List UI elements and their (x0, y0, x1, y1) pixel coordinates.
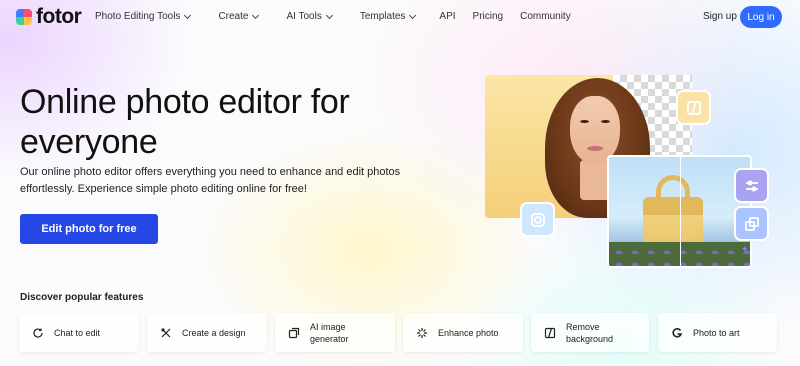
ai-image-icon (288, 327, 300, 339)
nav-label: Community (520, 11, 571, 22)
chat-refresh-icon (32, 327, 44, 339)
top-nav: fotor Photo Editing Tools Create AI Tool… (0, 0, 800, 34)
features-heading: Discover popular features (20, 292, 144, 303)
nav-links: Photo Editing Tools Create AI Tools Temp… (95, 11, 571, 22)
feature-chat-to-edit[interactable]: Chat to edit (19, 313, 139, 352)
bag-flap (643, 197, 703, 215)
feature-label: AI image generator (310, 321, 349, 344)
resize-tool-icon (734, 206, 769, 241)
chevron-down-icon (184, 11, 192, 19)
portrait-eye-right (601, 120, 610, 123)
sign-up-link[interactable]: Sign up (703, 11, 737, 22)
feature-create-a-design[interactable]: Create a design (147, 313, 267, 352)
nav-pricing[interactable]: Pricing (473, 11, 504, 22)
feature-label: Photo to art (693, 327, 740, 338)
fotor-logo[interactable]: fotor (16, 5, 82, 28)
nav-label: Photo Editing Tools (95, 11, 181, 22)
nav-ai-tools[interactable]: AI Tools (286, 11, 333, 22)
portrait-lips (587, 146, 603, 151)
remove-background-icon (544, 327, 556, 339)
feature-remove-background[interactable]: Remove background (531, 313, 649, 352)
logo-mark-icon (16, 9, 32, 25)
crop-tool-icon (676, 90, 711, 125)
feature-label: Enhance photo (438, 327, 499, 338)
feature-ai-image-generator[interactable]: AI image generator (275, 313, 395, 352)
feature-photo-to-art[interactable]: Photo to art (658, 313, 777, 352)
feature-enhance-photo[interactable]: Enhance photo (403, 313, 523, 352)
edit-photo-for-free-button[interactable]: Edit photo for free (20, 214, 158, 244)
portrait-eye-left (580, 120, 589, 123)
nav-photo-editing-tools[interactable]: Photo Editing Tools (95, 11, 192, 22)
chevron-down-icon (325, 11, 333, 19)
feature-label: Create a design (182, 327, 246, 338)
nav-label: Pricing (472, 11, 504, 22)
chevron-down-icon (252, 11, 260, 19)
portrait-neck (580, 160, 610, 200)
page-title: Online photo editor for everyone (20, 83, 350, 161)
feature-label: Chat to edit (54, 327, 101, 338)
nav-label: Create (218, 11, 249, 22)
photo-to-art-icon (671, 327, 683, 339)
portrait-face (570, 96, 620, 164)
nav-templates[interactable]: Templates (359, 11, 417, 22)
adjust-sliders-icon (734, 168, 769, 203)
sparkle-icon: ✦ (741, 244, 749, 254)
handbag-product-image (607, 155, 752, 268)
nav-community[interactable]: Community (520, 11, 571, 22)
design-tools-icon (160, 327, 172, 339)
enhance-tool-icon (520, 202, 555, 237)
nav-label: AI Tools (286, 11, 322, 22)
nav-api[interactable]: API (439, 11, 455, 22)
before-after-divider (680, 157, 681, 266)
hero-subtitle: Our online photo editor offers everythin… (20, 166, 401, 195)
enhance-sparkle-icon (416, 327, 428, 339)
log-in-button[interactable]: Log in (740, 6, 782, 28)
chevron-down-icon (409, 11, 417, 19)
nav-label: API (439, 11, 456, 22)
logo-text: fotor (36, 5, 82, 28)
feature-label: Remove background (566, 321, 614, 344)
nav-label: Templates (359, 11, 406, 22)
nav-create[interactable]: Create (218, 11, 260, 22)
